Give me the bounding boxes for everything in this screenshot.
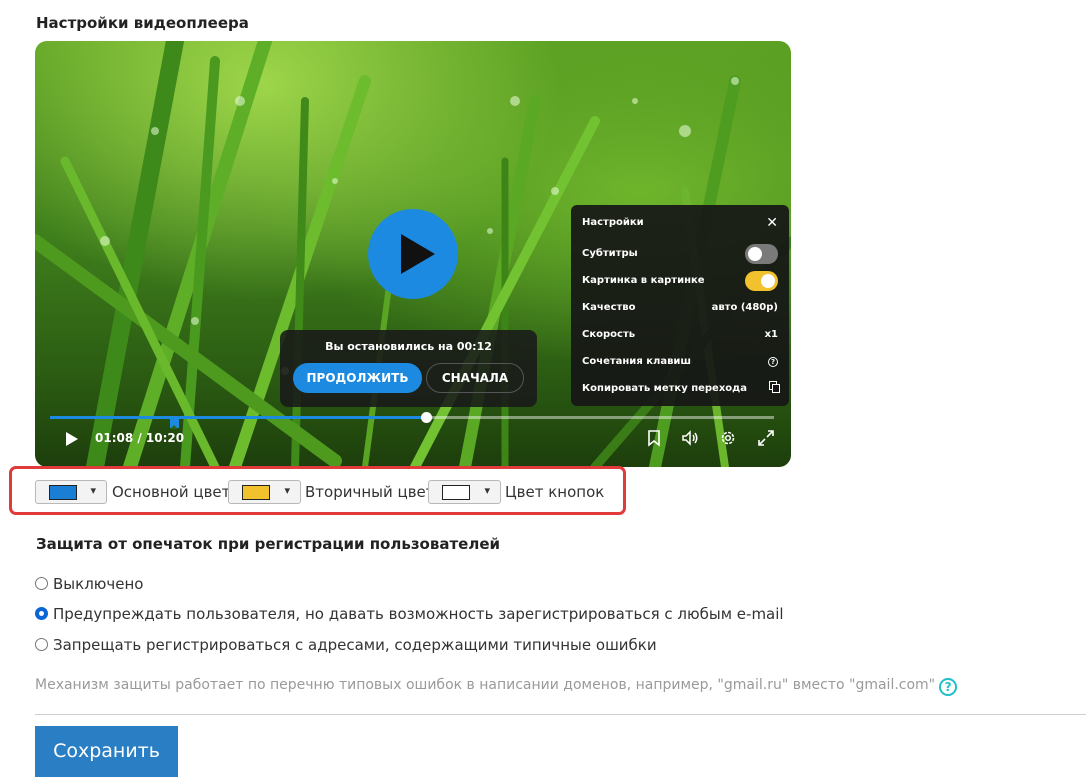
quality-value: авто (480p): [711, 302, 778, 313]
chevron-down-icon: ▾: [90, 484, 96, 497]
hotkeys-row[interactable]: Сочетания клавиш ?: [582, 352, 778, 372]
protection-option-label: Выключено: [53, 575, 144, 593]
protection-option-warn[interactable]: Предупреждать пользователя, но давать во…: [35, 605, 784, 623]
help-icon: ?: [768, 352, 778, 372]
protection-option-label: Предупреждать пользователя, но давать во…: [53, 605, 784, 623]
volume-icon[interactable]: [681, 429, 699, 447]
protection-option-block[interactable]: Запрещать регистрироваться с адресами, с…: [35, 636, 657, 654]
pip-toggle[interactable]: [745, 271, 778, 291]
secondary-color-picker[interactable]: ▾: [228, 480, 301, 504]
hotkeys-label: Сочетания клавиш: [582, 356, 692, 367]
secondary-color-swatch: [242, 485, 270, 500]
speed-label: Скорость: [582, 329, 636, 340]
progress-fill: [50, 416, 427, 419]
radio-button[interactable]: [35, 607, 48, 620]
chevron-down-icon: ▾: [484, 484, 490, 497]
play-icon[interactable]: [64, 432, 78, 446]
protection-option-label: Запрещать регистрироваться с адресами, с…: [53, 636, 657, 654]
subtitles-toggle[interactable]: [745, 244, 778, 264]
speed-value: x1: [764, 329, 778, 340]
fullscreen-icon[interactable]: [757, 429, 775, 447]
bookmark-icon[interactable]: [645, 429, 663, 447]
settings-title: Настройки: [582, 217, 644, 228]
protection-hint-text: Механизм защиты работает по перечню типо…: [35, 677, 936, 693]
save-button[interactable]: Сохранить: [35, 726, 178, 777]
quality-row[interactable]: Качество авто (480p): [582, 298, 778, 318]
resume-dialog: Вы остановились на 00:12 ПРОДОЛЖИТЬ СНАЧ…: [280, 330, 537, 407]
primary-color-picker[interactable]: ▾: [35, 480, 107, 504]
chevron-down-icon: ▾: [284, 484, 290, 497]
pip-label: Картинка в картинке: [582, 275, 705, 286]
progress-bar[interactable]: [50, 412, 774, 423]
protection-option-off[interactable]: Выключено: [35, 575, 143, 593]
restart-button[interactable]: СНАЧАЛА: [426, 363, 524, 393]
radio-button[interactable]: [35, 638, 48, 651]
primary-color-swatch: [49, 485, 77, 500]
secondary-color-label: Вторичный цвет: [305, 483, 435, 501]
video-player[interactable]: Вы остановились на 00:12 ПРОДОЛЖИТЬ СНАЧ…: [35, 41, 791, 467]
primary-color-label: Основной цвет: [112, 483, 231, 501]
subtitles-row[interactable]: Субтитры: [582, 244, 778, 264]
close-icon[interactable]: ✕: [766, 213, 778, 233]
copy-icon: [769, 379, 780, 399]
settings-panel: Настройки ✕ Субтитры Картинка в картинке…: [571, 205, 789, 406]
quality-label: Качество: [582, 302, 636, 313]
play-button-large[interactable]: [368, 209, 458, 299]
divider: [35, 714, 1086, 715]
gear-icon[interactable]: [719, 429, 737, 447]
button-color-label: Цвет кнопок: [505, 483, 605, 501]
subtitles-label: Субтитры: [582, 248, 638, 259]
bookmark-marker[interactable]: [170, 417, 179, 429]
time-display: 01:08 / 10:20: [95, 431, 185, 445]
button-color-picker[interactable]: ▾: [428, 480, 501, 504]
resume-message: Вы остановились на 00:12: [325, 340, 492, 353]
pip-row[interactable]: Картинка в картинке: [582, 271, 778, 291]
copy-timestamp-label: Копировать метку перехода: [582, 383, 747, 394]
button-color-swatch: [442, 485, 470, 500]
player-section-title: Настройки видеоплеера: [36, 14, 249, 32]
speed-row[interactable]: Скорость x1: [582, 325, 778, 345]
protection-section-title: Защита от опечаток при регистрации польз…: [36, 535, 501, 553]
radio-button[interactable]: [35, 577, 48, 590]
protection-hint: Механизм защиты работает по перечню типо…: [35, 677, 958, 696]
copy-timestamp-row[interactable]: Копировать метку перехода: [582, 379, 780, 399]
help-icon[interactable]: ?: [939, 678, 958, 696]
continue-button[interactable]: ПРОДОЛЖИТЬ: [293, 363, 422, 393]
